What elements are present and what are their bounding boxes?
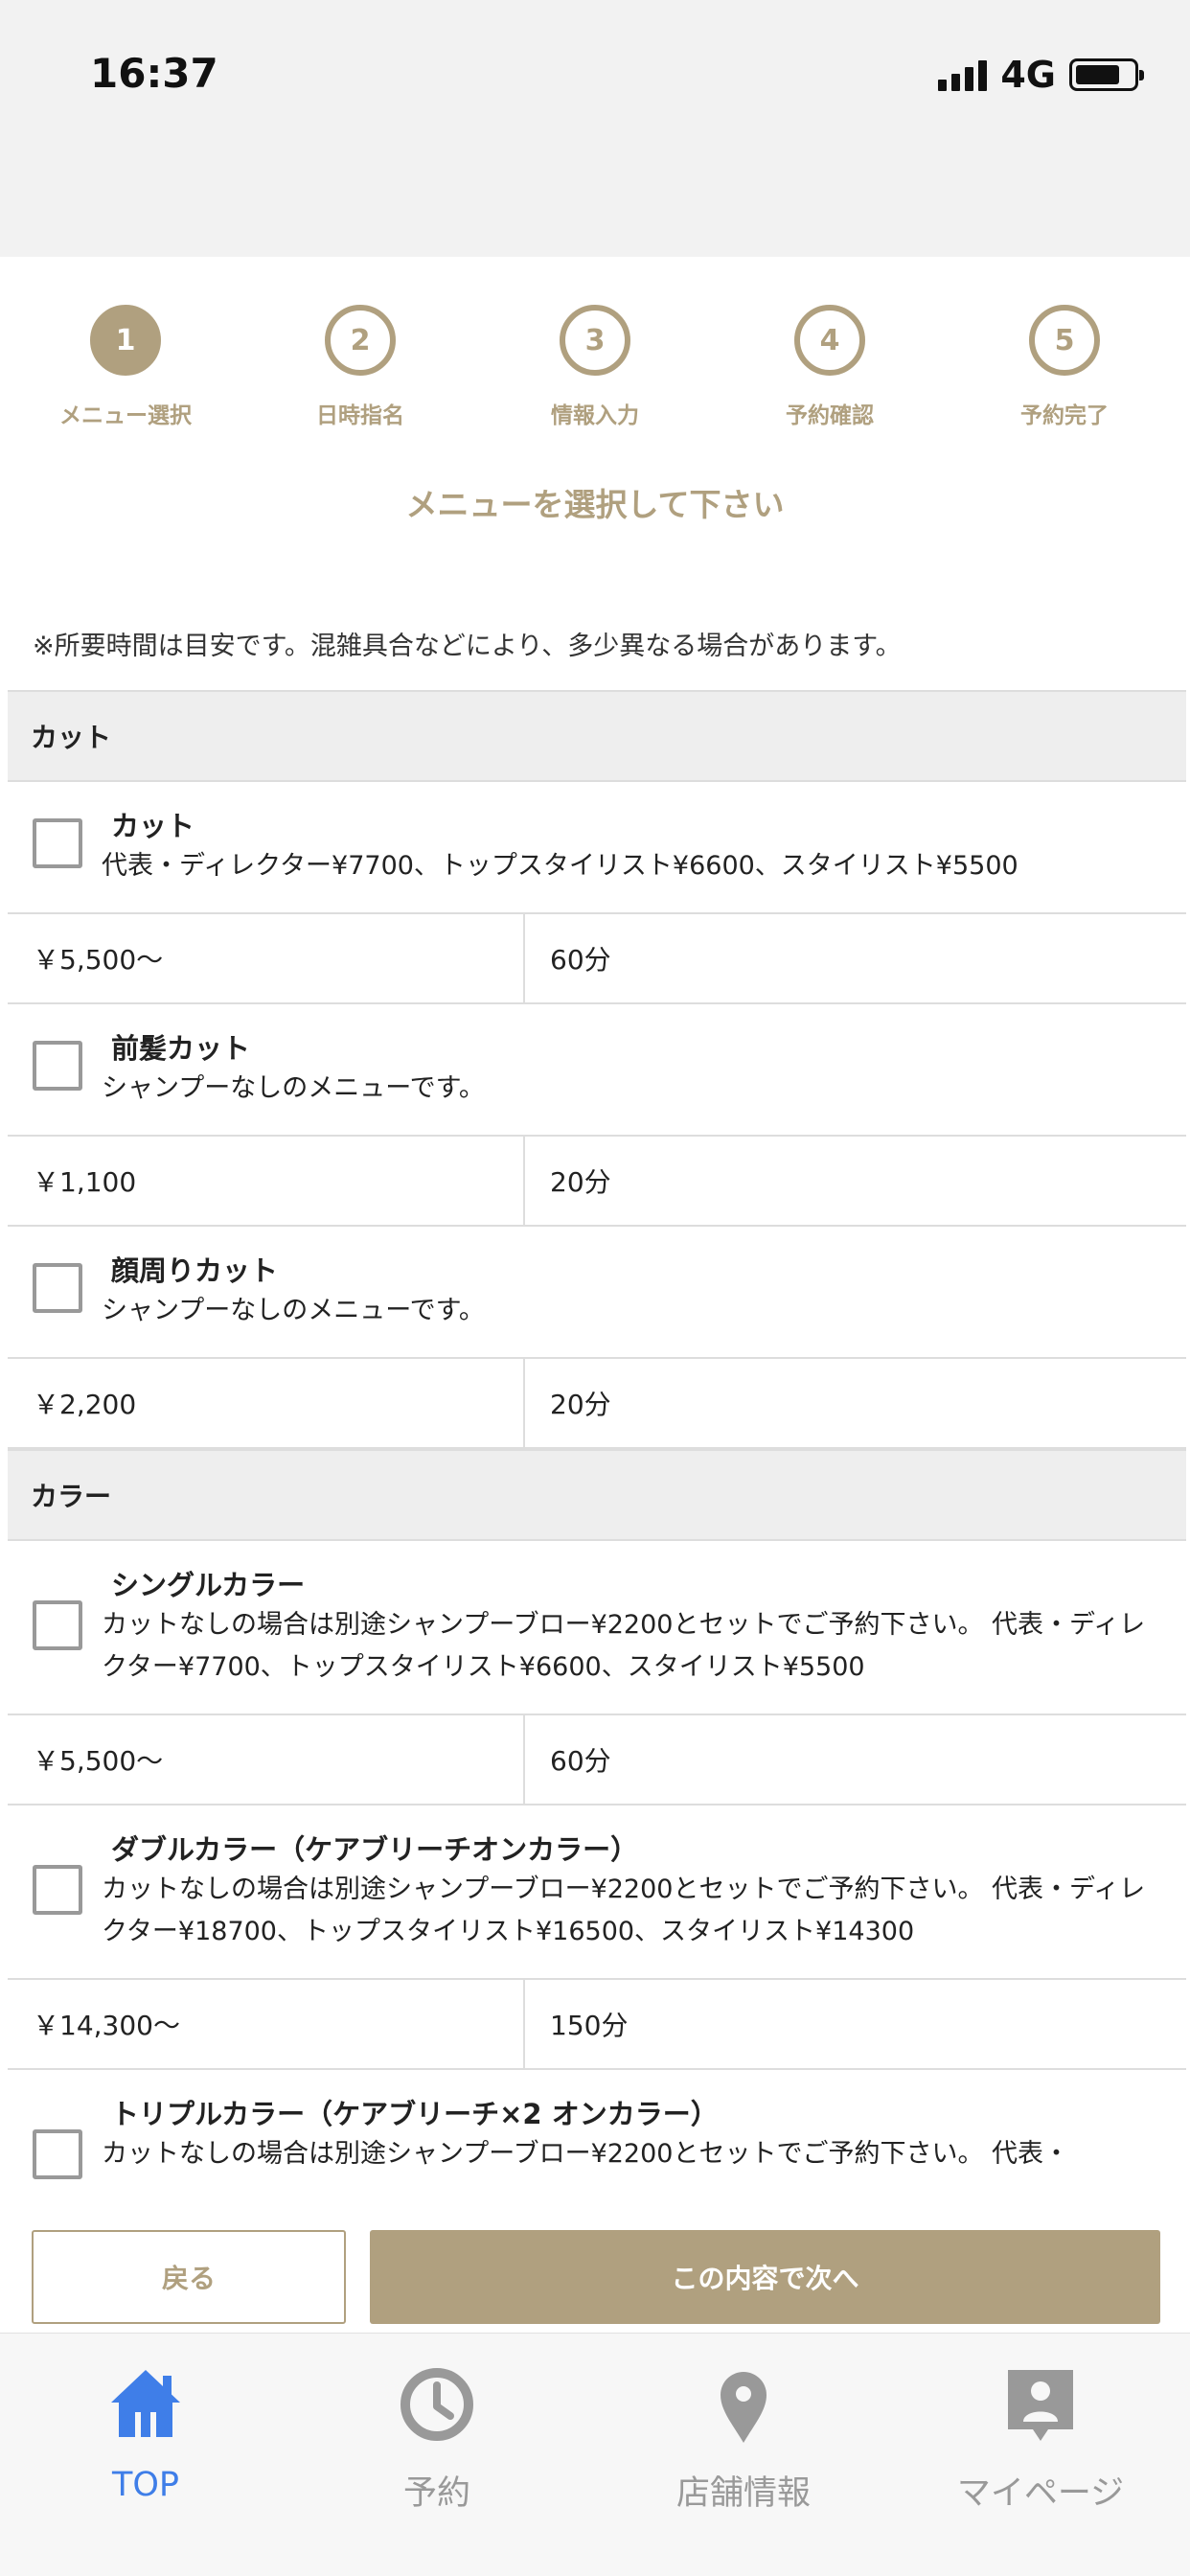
status-indicators: 4G [938,54,1144,96]
menu-item-description: カットなしの場合は別途シャンプーブロー¥2200とセットでご予約下さい。 代表・… [102,1874,1146,1946]
menu-item-price-row: ￥5,500〜 60分 [8,1714,1186,1804]
menu-item-price-row: ￥14,300〜 150分 [8,1978,1186,2068]
menu-item-description: カットなしの場合は別途シャンプーブロー¥2200とセットでご予約下さい。 代表・ [102,2139,1070,2169]
tab-label: TOP [111,2466,180,2504]
tab-reservation[interactable]: 予約 [293,2362,581,2515]
menu-item-description: シャンプーなしのメニューです。 [102,1296,485,1325]
menu-item-duration: 20分 [550,1166,611,1198]
step-1: 1 メニュー選択 [30,288,221,429]
menu-item-checkbox[interactable] [33,1600,82,1650]
category-header: カット [8,690,1186,782]
menu-item: ダブルカラー（ケアブリーチオンカラー） カットなしの場合は別途シャンプーブロー¥… [8,1806,1186,2070]
menu-item-price-row: ￥1,100 20分 [8,1135,1186,1225]
status-time: 16:37 [90,50,218,97]
menu-item-duration: 60分 [550,944,611,976]
tab-bar: TOP 予約 店舗情報 マイページ [0,2333,1190,2576]
menu-list: カット カット 代表・ディレクター¥7700、トップスタイリスト¥6600、スタ… [8,690,1186,2204]
menu-item-checkbox[interactable] [33,1865,82,1915]
menu-item-price-row: ￥5,500〜 60分 [8,912,1186,1002]
duration-note: ※所要時間は目安です。混雑具合などにより、多少異なる場合があります。 [33,632,902,661]
back-button[interactable]: 戻る [32,2230,346,2324]
menu-item-name: 前髪カット [111,1032,251,1065]
menu-item: カット 代表・ディレクター¥7700、トップスタイリスト¥6600、スタイリスト… [8,782,1186,1004]
step-4: 4 予約確認 [734,288,926,429]
step-2: 2 日時指名 [264,288,456,429]
network-label: 4G [1000,54,1056,96]
tab-label: 店舗情報 [675,2474,811,2513]
progress-steps: 1 メニュー選択 2 日時指名 3 情報入力 4 予約確認 5 予約完了 [0,288,1190,450]
menu-item-price: ￥2,200 [8,1359,525,1447]
menu-item-description: カットなしの場合は別途シャンプーブロー¥2200とセットでご予約下さい。 代表・… [102,1610,1146,1682]
menu-item-price: ￥1,100 [8,1137,525,1225]
tab-label: マイページ [956,2474,1125,2513]
battery-icon [1069,58,1144,91]
step-label: 予約確認 [786,403,874,428]
menu-item-duration: 150分 [550,2010,629,2041]
menu-item-name: 顔周りカット [111,1254,279,1287]
step-label: 情報入力 [551,403,639,428]
category-header: カラー [8,1449,1186,1541]
step-number: 1 [90,305,161,376]
next-button[interactable]: この内容で次へ [370,2230,1160,2324]
menu-item-duration: 60分 [550,1745,611,1777]
step-number: 5 [1029,305,1100,376]
step-label: 日時指名 [316,403,404,428]
step-5: 5 予約完了 [969,288,1160,429]
tab-store-info[interactable]: 店舗情報 [600,2362,887,2515]
clock-icon [400,2368,473,2441]
menu-item-price: ￥14,300〜 [8,1980,525,2068]
map-pin-icon [721,2372,767,2443]
step-number: 2 [325,305,396,376]
menu-item-checkbox[interactable] [33,818,82,868]
menu-item: トリプルカラー（ケアブリーチ×2 オンカラー） カットなしの場合は別途シャンプー… [8,2070,1186,2204]
page-title: メニューを選択して下さい [405,486,785,523]
menu-item-description: 代表・ディレクター¥7700、トップスタイリスト¥6600、スタイリスト¥550… [102,851,1018,881]
profile-icon [1008,2370,1073,2441]
menu-item-price-row: ￥2,200 20分 [8,1357,1186,1447]
menu-item-checkbox[interactable] [33,1041,82,1091]
menu-item-name: トリプルカラー（ケアブリーチ×2 オンカラー） [111,2098,719,2130]
menu-item-description: シャンプーなしのメニューです。 [102,1073,485,1103]
menu-item-duration: 20分 [550,1389,611,1420]
menu-item-checkbox[interactable] [33,1263,82,1313]
menu-item-name: カット [111,810,195,842]
step-number: 3 [560,305,630,376]
menu-item-name: ダブルカラー（ケアブリーチオンカラー） [111,1833,639,1866]
menu-item-price: ￥5,500〜 [8,914,525,1002]
menu-item-price: ￥5,500〜 [8,1715,525,1804]
menu-item-name: シングルカラー [111,1569,306,1601]
step-3: 3 情報入力 [499,288,691,429]
action-bar: 戻る この内容で次へ [0,2204,1190,2333]
step-label: メニュー選択 [59,403,192,428]
home-icon [111,2370,180,2437]
step-number: 4 [794,305,865,376]
menu-item-checkbox[interactable] [33,2129,82,2179]
tab-label: 予約 [402,2474,470,2513]
menu-item: 顔周りカット シャンプーなしのメニューです。 ￥2,200 20分 [8,1227,1186,1449]
step-label: 予約完了 [1020,403,1109,428]
menu-item: シングルカラー カットなしの場合は別途シャンプーブロー¥2200とセットでご予約… [8,1541,1186,1806]
signal-icon [938,58,988,91]
tab-mypage[interactable]: マイページ [897,2362,1184,2515]
tab-top[interactable]: TOP [2,2362,289,2504]
status-bar: 16:37 4G [0,0,1190,257]
menu-item: 前髪カット シャンプーなしのメニューです。 ￥1,100 20分 [8,1004,1186,1227]
